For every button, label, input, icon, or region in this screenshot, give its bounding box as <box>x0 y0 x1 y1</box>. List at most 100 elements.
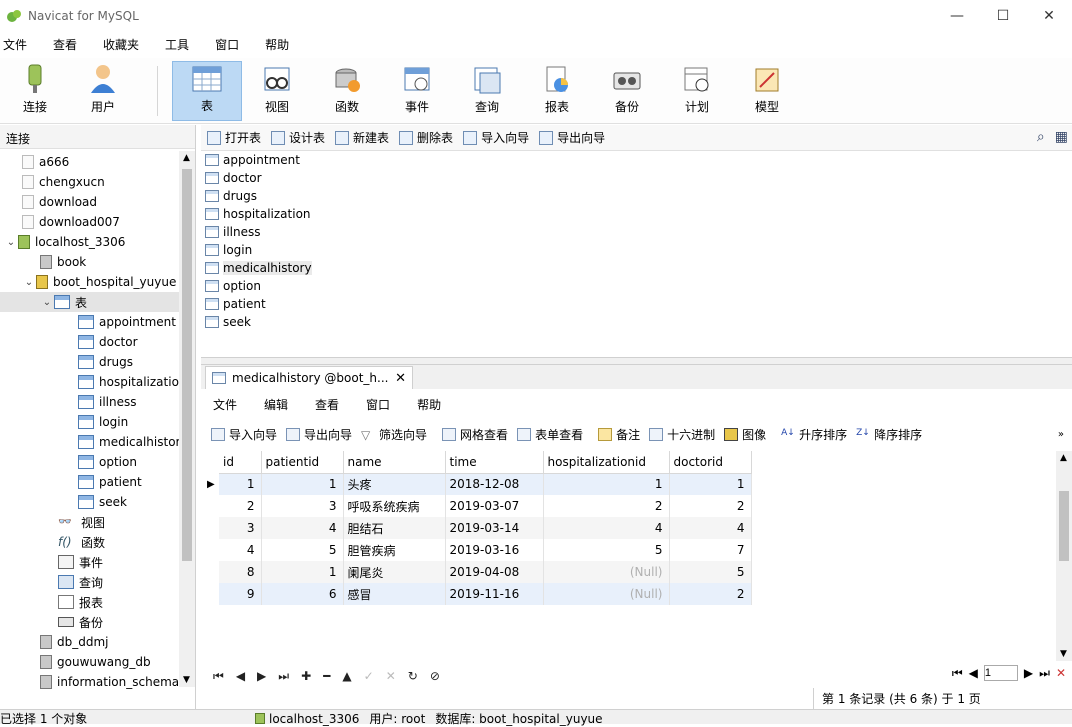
tree-item-events[interactable]: 事件 <box>58 552 103 572</box>
object-item-medicalhistory[interactable]: medicalhistory <box>201 259 1072 277</box>
table-row[interactable]: 8 1 阑尾炎 2019-04-08 (Null) 5 <box>207 561 752 583</box>
scroll-up-icon[interactable]: ▲ <box>1060 453 1067 463</box>
open-table-button[interactable]: 打开表 <box>207 129 261 146</box>
cell-doctorid[interactable]: 1 <box>669 473 752 495</box>
menu-tools[interactable]: 工具 <box>162 36 202 53</box>
toolbar-query-button[interactable]: 查询 <box>452 61 522 121</box>
editor-menu-edit[interactable]: 编辑 <box>264 396 288 413</box>
minimize-button[interactable]: — <box>934 0 980 32</box>
object-item-illness[interactable]: illness <box>201 223 1072 241</box>
menu-file[interactable]: 文件 <box>0 36 40 53</box>
scroll-up-icon[interactable]: ▲ <box>183 153 190 163</box>
toolbar-user-button[interactable]: 用户 <box>68 61 138 121</box>
scrollbar-thumb[interactable] <box>182 169 192 561</box>
scroll-down-icon[interactable]: ▼ <box>183 675 190 685</box>
cell-hospitalizationid[interactable]: 4 <box>543 517 670 539</box>
grid-view-icon[interactable]: ▦ <box>1055 129 1068 145</box>
tree-item-hospitalization[interactable]: hospitalization <box>78 372 180 392</box>
column-header-id[interactable]: id <box>219 451 262 474</box>
grid-scrollbar[interactable]: ▲ ▼ <box>1056 451 1072 661</box>
toolbar-function-button[interactable]: 函数 <box>312 61 382 121</box>
cell-time[interactable]: 2019-03-07 <box>445 495 544 517</box>
object-item-login[interactable]: login <box>201 241 1072 259</box>
toolbar-model-button[interactable]: 模型 <box>732 61 802 121</box>
cell-hospitalizationid[interactable]: (Null) <box>543 583 670 605</box>
cell-doctorid[interactable]: 5 <box>669 561 752 583</box>
cell-name[interactable]: 胆管疾病 <box>343 539 446 561</box>
table-row[interactable]: 3 4 胆结石 2019-03-14 4 4 <box>207 517 752 539</box>
sort-descending-button[interactable]: Z↓ 降序排序 <box>856 426 922 443</box>
cell-name[interactable]: 头疼 <box>343 473 446 495</box>
cell-time[interactable]: 2019-04-08 <box>445 561 544 583</box>
first-page-icon[interactable]: ⏮ <box>952 666 963 681</box>
toolbar-backup-button[interactable]: 备份 <box>592 61 662 121</box>
tree-item-reports[interactable]: 报表 <box>58 592 103 612</box>
table-row[interactable]: 9 6 感冒 2019-11-16 (Null) 2 <box>207 583 752 605</box>
tree-item-login[interactable]: login <box>78 412 128 432</box>
editor-menu-window[interactable]: 窗口 <box>366 396 390 413</box>
refresh-icon[interactable]: ↻ <box>408 669 418 683</box>
tree-scrollbar[interactable]: ▲ ▼ <box>179 151 195 687</box>
tree-item-drugs[interactable]: drugs <box>78 352 133 372</box>
grid-view-button[interactable]: 网格查看 <box>442 426 508 443</box>
cell-id[interactable]: 2 <box>219 495 262 517</box>
tree-item-backups[interactable]: 备份 <box>58 612 103 632</box>
cell-doctorid[interactable]: 2 <box>669 583 752 605</box>
previous-record-icon[interactable]: ◀ <box>236 669 245 683</box>
tree-item-localhost-3306[interactable]: ⌄ localhost_3306 <box>4 232 125 252</box>
toolbar-table-button[interactable]: 表 <box>172 61 242 121</box>
new-table-button[interactable]: 新建表 <box>335 129 389 146</box>
image-button[interactable]: 图像 <box>724 426 766 443</box>
tree-item-medicalhistory[interactable]: medicalhistory <box>78 432 180 452</box>
cell-doctorid[interactable]: 7 <box>669 539 752 561</box>
apply-changes-icon[interactable]: ✓ <box>364 669 374 683</box>
filter-wizard-button[interactable]: ▽ 筛选向导 <box>361 426 427 443</box>
next-page-icon[interactable]: ▶ <box>1024 666 1033 680</box>
tree-item-information-schema[interactable]: information_schema <box>40 672 179 692</box>
column-header-doctorid[interactable]: doctorid <box>669 451 752 474</box>
tree-item-tables[interactable]: ⌄ 表 <box>0 292 180 312</box>
tree-item-gouwuwang-db[interactable]: gouwuwang_db <box>40 652 151 672</box>
object-item-doctor[interactable]: doctor <box>201 169 1072 187</box>
cell-doctorid[interactable]: 4 <box>669 517 752 539</box>
table-row[interactable]: ▶ 1 1 头疼 2018-12-08 1 1 <box>207 473 752 495</box>
scroll-down-icon[interactable]: ▼ <box>1060 649 1067 659</box>
tree-item-doctor[interactable]: doctor <box>78 332 138 352</box>
tree-item-queries[interactable]: 查询 <box>58 572 103 592</box>
stop-icon[interactable]: ⊘ <box>430 669 440 683</box>
table-row[interactable]: 4 5 胆管疾病 2019-03-16 5 7 <box>207 539 752 561</box>
cell-patientid[interactable]: 5 <box>261 539 344 561</box>
cell-id[interactable]: 1 <box>219 473 262 495</box>
cell-id[interactable]: 4 <box>219 539 262 561</box>
cell-patientid[interactable]: 1 <box>261 561 344 583</box>
toolbar-schedule-button[interactable]: 计划 <box>662 61 732 121</box>
form-view-button[interactable]: 表单查看 <box>517 426 583 443</box>
object-item-drugs[interactable]: drugs <box>201 187 1072 205</box>
chevron-down-icon[interactable]: ⌄ <box>4 237 18 248</box>
tree-item-a666[interactable]: a666 <box>22 152 69 172</box>
next-record-icon[interactable]: ▶ <box>257 669 266 683</box>
toolbar-event-button[interactable]: 事件 <box>382 61 452 121</box>
chevron-down-icon[interactable]: ⌄ <box>22 277 36 288</box>
cell-hospitalizationid[interactable]: 1 <box>543 473 670 495</box>
cell-patientid[interactable]: 3 <box>261 495 344 517</box>
memo-button[interactable]: 备注 <box>598 426 640 443</box>
tree-item-seek[interactable]: seek <box>78 492 127 512</box>
tree-item-illness[interactable]: illness <box>78 392 137 412</box>
delete-table-button[interactable]: 删除表 <box>399 129 453 146</box>
close-button[interactable]: ✕ <box>1026 0 1072 32</box>
cell-name[interactable]: 胆结石 <box>343 517 446 539</box>
cell-hospitalizationid[interactable]: 5 <box>543 539 670 561</box>
cell-hospitalizationid[interactable]: 2 <box>543 495 670 517</box>
export-wizard-button[interactable]: 导出向导 <box>286 426 352 443</box>
table-row[interactable]: 2 3 呼吸系统疾病 2019-03-07 2 2 <box>207 495 752 517</box>
cell-patientid[interactable]: 1 <box>261 473 344 495</box>
object-item-patient[interactable]: patient <box>201 295 1072 313</box>
menu-help[interactable]: 帮助 <box>262 36 302 53</box>
search-icon[interactable]: ⌕ <box>1037 129 1045 145</box>
toolbar-report-button[interactable]: 报表 <box>522 61 592 121</box>
tree-item-option[interactable]: option <box>78 452 137 472</box>
column-header-name[interactable]: name <box>343 451 446 474</box>
close-tab-icon[interactable]: ✕ <box>395 371 406 386</box>
editor-menu-file[interactable]: 文件 <box>213 396 237 413</box>
